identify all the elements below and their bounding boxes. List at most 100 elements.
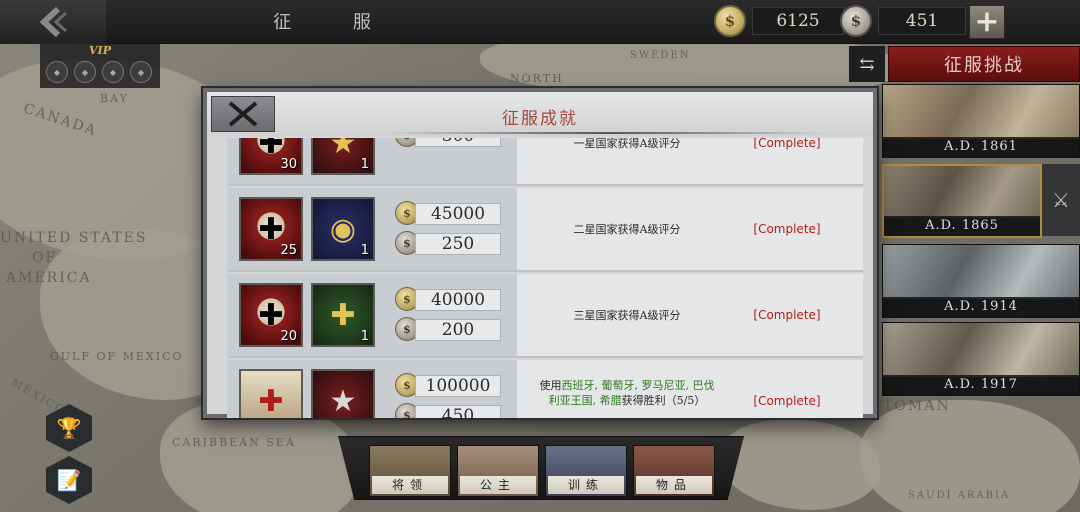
back-arrow-icon: [39, 6, 68, 38]
currency-rewards: $ 45000 $ 250: [395, 200, 501, 260]
reward-panel: ✚ ★ $ 100000 $ 450: [227, 360, 517, 418]
reward-count: 1: [360, 157, 369, 172]
era-card-1865[interactable]: A.D. 1865: [882, 164, 1042, 238]
vip-badge-icon: ◆: [46, 61, 68, 83]
achievement-description: 三星国家获得A级评分: [573, 308, 681, 322]
era-card-1861[interactable]: A.D. 1861: [882, 84, 1080, 158]
currency-rewards: $ 40000 $ 200: [395, 286, 501, 346]
medal-reward[interactable]: ✚ 1: [311, 283, 375, 347]
silver-reward: $ 200: [395, 316, 501, 344]
swap-arrows-icon: ⇆: [859, 53, 875, 75]
map-label-saudi: SAUDI ARABIA: [908, 490, 1011, 501]
silver-currency: $ 451: [840, 5, 966, 37]
achievements-dialog: 征服成就 ✚ 30 ★ 1 $: [203, 88, 877, 418]
silver-reward: $ 250: [395, 230, 501, 258]
dock-princess[interactable]: 公主: [457, 445, 539, 497]
helmet-reward[interactable]: ✚ 20: [239, 283, 303, 347]
desc-suffix: 获得胜利（5/5）: [621, 394, 706, 407]
notes-icon: 📝: [56, 468, 82, 492]
battle-button[interactable]: ⚔: [1042, 164, 1080, 236]
vip-badge-icon: ◆: [74, 61, 96, 83]
map-label-bay: BAY: [100, 92, 129, 105]
vip-label: VIP: [89, 44, 111, 57]
dock-label: 公主: [460, 476, 536, 494]
desc-countries: 利亚王国, 希腊: [548, 394, 622, 407]
achievement-row: ✚ 30 ★ 1 $ 300 一星国家获得A级评分 [Complete]: [227, 138, 863, 186]
map-label-of: OF: [32, 250, 58, 266]
medkit-icon: ✚: [258, 383, 284, 419]
medal-reward[interactable]: ★: [311, 369, 375, 418]
gold-reward-value: 45000: [415, 203, 501, 225]
era-image: [883, 245, 1079, 299]
close-button[interactable]: [211, 96, 275, 132]
map-label-usa: UNITED STATES: [0, 230, 148, 246]
era-label: A.D. 1865: [884, 216, 1040, 236]
vip-badge-icon: ◆: [130, 61, 152, 83]
helmet-reward[interactable]: ✚ 25: [239, 197, 303, 261]
crossed-swords-icon: ⚔: [1052, 188, 1070, 212]
achievement-status: [Complete]: [753, 222, 821, 236]
trophy-icon: 🏆: [56, 416, 82, 440]
top-bar: 征 服 $ 6125 $ 451 +: [0, 0, 1080, 44]
bottom-dock: 将领 公主 训练 物品: [338, 436, 744, 500]
dock-label: 将领: [372, 476, 448, 494]
silver-reward-value: 450: [415, 405, 501, 418]
medal-reward[interactable]: ◉ 1: [311, 197, 375, 261]
gold-reward: $ 45000: [395, 200, 501, 228]
achievement-status: [Complete]: [753, 394, 821, 408]
achievement-row: ✚ 20 ✚ 1 $ 40000 $ 200 三星国家获得A级评分 [Compl…: [227, 274, 863, 358]
gold-reward-value: 100000: [415, 375, 501, 397]
era-image: [883, 323, 1079, 377]
dock-training[interactable]: 训练: [545, 445, 627, 497]
silver-coin-icon: $: [840, 5, 872, 37]
era-label: A.D. 1914: [883, 297, 1079, 317]
gold-coin-icon: $: [714, 5, 746, 37]
era-card-1917[interactable]: A.D. 1917: [882, 322, 1080, 396]
dock-generals[interactable]: 将领: [369, 445, 451, 497]
dock-items[interactable]: 物品: [633, 445, 715, 497]
reward-count: 1: [360, 243, 369, 258]
era-image: [884, 166, 1040, 218]
silver-reward-value: 200: [415, 319, 501, 341]
map-label-america: AMERICA: [6, 270, 92, 286]
era-image: [883, 85, 1079, 139]
achievement-description: 一星国家获得A级评分: [573, 138, 681, 150]
back-button[interactable]: [0, 0, 106, 44]
dock-label: 训练: [548, 476, 624, 494]
reward-count: 1: [360, 329, 369, 344]
achievement-row: ✚ ★ $ 100000 $ 450 使用西班牙, 葡萄牙, 罗马尼亚, 巴伐 …: [227, 360, 863, 418]
swap-button[interactable]: ⇆: [849, 46, 885, 82]
silver-star-medal-icon: ★: [329, 383, 357, 419]
gold-reward-value: 40000: [415, 289, 501, 311]
reward-panel: ✚ 20 ✚ 1 $ 40000 $ 200: [227, 274, 517, 356]
silver-reward-value: 250: [415, 233, 501, 255]
silver-amount: 451: [878, 7, 966, 35]
currency-rewards: $ 300: [395, 138, 501, 152]
era-card-1914[interactable]: A.D. 1914: [882, 244, 1080, 318]
add-currency-button[interactable]: +: [969, 5, 1005, 39]
medkit-reward[interactable]: ✚: [239, 369, 303, 418]
map-label-gulf: GULF OF MEXICO: [50, 350, 184, 363]
reward-count: 20: [280, 329, 297, 344]
helmet-reward[interactable]: ✚ 30: [239, 138, 303, 175]
reward-count: 25: [280, 243, 297, 258]
achievement-list[interactable]: ✚ 30 ★ 1 $ 300 一星国家获得A级评分 [Complete]: [227, 138, 863, 418]
gold-reward: $ 100000: [395, 372, 501, 400]
dialog-title: 征服成就: [502, 109, 578, 129]
map-label-sweden: SWEDEN: [630, 50, 691, 61]
dock-label: 物品: [636, 476, 712, 494]
silver-reward-value: 300: [415, 138, 501, 147]
gold-reward: $ 40000: [395, 286, 501, 314]
silver-reward: $ 300: [395, 138, 501, 150]
era-label: A.D. 1917: [883, 375, 1079, 395]
achievement-row: ✚ 25 ◉ 1 $ 45000 $ 250 二星国家获得A级评分 [Compl…: [227, 188, 863, 272]
conquest-challenge-button[interactable]: 征服挑战: [888, 46, 1080, 82]
era-label: A.D. 1861: [883, 137, 1079, 157]
reward-panel: ✚ 25 ◉ 1 $ 45000 $ 250: [227, 188, 517, 270]
vip-panel[interactable]: VIP ◆ ◆ ◆ ◆: [40, 44, 160, 88]
desc-countries: 西班牙, 葡萄牙, 罗马尼亚, 巴伐: [561, 379, 715, 392]
medal-reward[interactable]: ★ 1: [311, 138, 375, 175]
gold-amount: 6125: [752, 7, 844, 35]
achievement-description: 使用西班牙, 葡萄牙, 罗马尼亚, 巴伐 利亚王国, 希腊获得胜利（5/5）: [527, 360, 727, 418]
title-divider: [387, 132, 827, 134]
